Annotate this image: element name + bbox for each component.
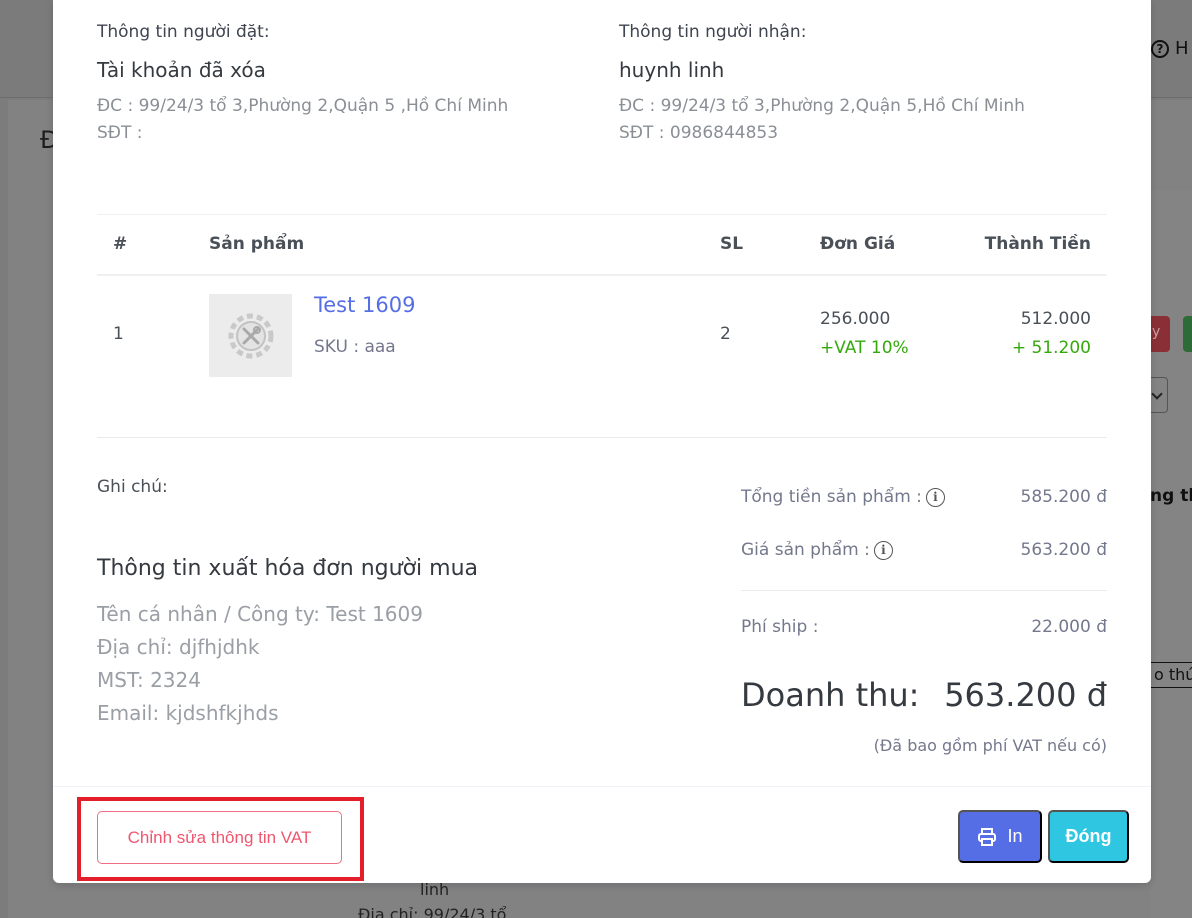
background-help-link: ? H	[1151, 38, 1189, 59]
products-total-label: Tổng tiền sản phẩm :	[741, 487, 922, 507]
row-index: 1	[113, 324, 124, 344]
summary-product-price: Giá sản phẩm : i 563.200 đ	[741, 540, 1107, 570]
row-total: 512.000	[1020, 309, 1091, 329]
summary-revenue: Doanh thu: 563.200 đ	[741, 676, 1107, 720]
order-items-table: # Sản phẩm SL Đơn Giá Thành Tiền 1 Test …	[97, 214, 1107, 438]
edit-vat-info-button[interactable]: Chỉnh sửa thông tin VAT	[97, 811, 342, 864]
product-image	[209, 294, 292, 377]
print-button-label: In	[1007, 826, 1023, 846]
product-price-value: 563.200 đ	[1020, 540, 1108, 560]
note-label: Ghi chú:	[97, 477, 168, 497]
order-detail-modal: Thông tin người đặt: Tài khoản đã xóa ĐC…	[53, 0, 1151, 883]
summary-products-total: Tổng tiền sản phẩm : i 585.200 đ	[741, 487, 1107, 517]
modal-footer: Chỉnh sửa thông tin VAT In Đóng	[53, 786, 1151, 883]
receiver-phone: SĐT : 0986844853	[619, 123, 779, 143]
header-qty: SL	[720, 234, 744, 254]
orderer-name: Tài khoản đã xóa	[97, 58, 266, 82]
product-price-label: Giá sản phẩm :	[741, 540, 870, 560]
invoice-tax-code: MST: 2324	[97, 668, 201, 692]
background-select	[1150, 377, 1168, 413]
shipping-label: Phí ship :	[741, 617, 819, 637]
revenue-label: Doanh thu:	[741, 676, 920, 714]
info-circle-icon[interactable]: i	[873, 540, 893, 560]
background-card	[1150, 190, 1192, 918]
product-price-key: Giá sản phẩm : i	[741, 540, 893, 560]
row-qty: 2	[720, 324, 731, 344]
product-name-link[interactable]: Test 1609	[314, 293, 415, 317]
header-product: Sản phẩm	[209, 234, 305, 254]
header-index: #	[113, 234, 128, 254]
orderer-phone: SĐT :	[97, 123, 143, 143]
receiver-address: ĐC : 99/24/3 tổ 3,Phường 2,Quận 5,Hồ Chí…	[619, 96, 1025, 116]
receiver-info: Thông tin người nhận: huynh linh ĐC : 99…	[619, 22, 1025, 143]
row-vat-rate: +VAT 10%	[820, 338, 909, 358]
shipping-value: 22.000 đ	[1031, 617, 1107, 637]
gear-tools-placeholder-icon	[228, 313, 273, 358]
help-icon: ?	[1151, 39, 1169, 58]
invoice-info-title: Thông tin xuất hóa đơn người mua	[97, 556, 478, 581]
background-bottom-line2: Địa chỉ: 99/24/3 tổ	[358, 905, 507, 918]
invoice-company: Tên cá nhân / Công ty: Test 1609	[97, 602, 423, 626]
orderer-info: Thông tin người đặt: Tài khoản đã xóa ĐC…	[97, 22, 508, 143]
vat-included-note: (Đã bao gồm phí VAT nếu có)	[873, 736, 1107, 755]
background-heading-fragment: ng th	[1150, 486, 1192, 506]
summary-shipping: Phí ship : 22.000 đ	[741, 617, 1107, 647]
background-red-button-label: y	[1152, 324, 1161, 340]
header-unit-price: Đơn Giá	[820, 234, 896, 254]
table-header: # Sản phẩm SL Đơn Giá Thành Tiền	[97, 214, 1107, 276]
receiver-name: huynh linh	[619, 58, 725, 82]
invoice-address: Địa chỉ: djfhjdhk	[97, 635, 260, 659]
info-circle-icon[interactable]: i	[925, 487, 945, 507]
invoice-email: Email: kjdshfkjhds	[97, 701, 279, 725]
background-green-button	[1183, 316, 1192, 352]
header-total: Thành Tiền	[984, 234, 1091, 254]
row-unit-price: 256.000	[820, 309, 891, 329]
receiver-label: Thông tin người nhận:	[619, 22, 807, 42]
row-vat-amount: + 51.200	[1011, 338, 1091, 358]
orderer-address: ĐC : 99/24/3 tổ 3,Phường 2,Quận 5 ,Hồ Ch…	[97, 96, 509, 116]
background-red-button: y	[1150, 316, 1170, 352]
chevron-down-icon	[1151, 388, 1163, 400]
summary-divider	[741, 590, 1107, 591]
orderer-label: Thông tin người đặt:	[97, 22, 270, 42]
printer-icon	[978, 827, 997, 846]
background-boxed-fragment: o thứ	[1150, 662, 1192, 688]
product-sku: SKU : aaa	[314, 337, 396, 357]
products-total-key: Tổng tiền sản phẩm : i	[741, 487, 945, 507]
background-help-label: H	[1175, 38, 1189, 59]
print-button[interactable]: In	[958, 810, 1042, 863]
close-button[interactable]: Đóng	[1048, 810, 1129, 863]
products-total-value: 585.200 đ	[1020, 487, 1108, 507]
table-row: 1 Test 1609 SKU : aaa 2 256.000 +VAT 10%…	[97, 276, 1107, 438]
revenue-value: 563.200 đ	[944, 676, 1107, 714]
